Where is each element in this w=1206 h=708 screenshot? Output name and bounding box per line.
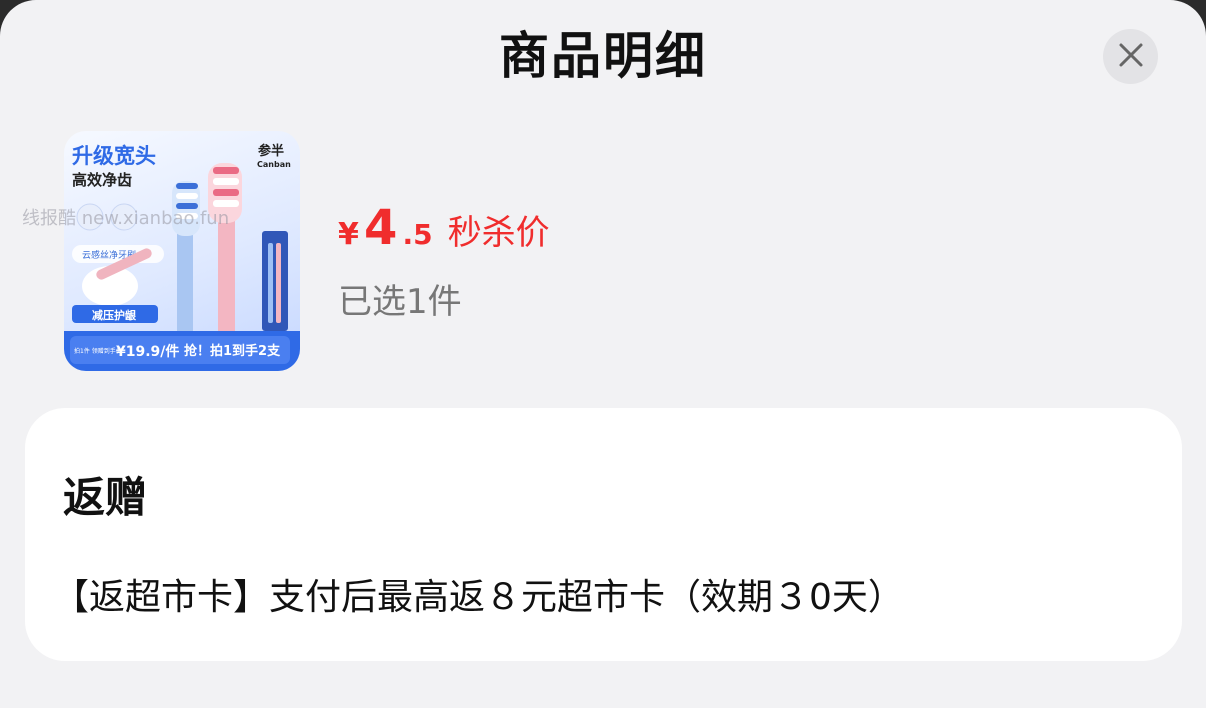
selected-quantity: 已选1件 bbox=[338, 282, 462, 322]
close-button[interactable] bbox=[1103, 29, 1158, 84]
price-label: 秒杀价 bbox=[447, 213, 550, 253]
brand-en: Canban bbox=[257, 160, 291, 169]
image-headline: 升级宽头 bbox=[72, 144, 156, 168]
price-decimal: .5 bbox=[402, 218, 433, 251]
product-image[interactable]: 升级宽头 高效净齿 参半 Canban 云感丝净牙刷 减压护龈 拍1件 领赠到手… bbox=[64, 131, 300, 371]
watermark: 线报酷 new.xianbao.fun bbox=[22, 208, 230, 229]
rebate-description: 【返超市卡】支付后最高返８元超市卡（效期３0天） bbox=[53, 577, 904, 618]
rebate-title: 返赠 bbox=[63, 473, 148, 522]
promo-price: ¥19.9/件 bbox=[116, 343, 179, 360]
product-detail-sheet: 商品明细 升级宽头 高效净齿 参半 Canban 云感丝净牙刷 减压护龈 拍1件… bbox=[0, 0, 1206, 708]
price-integer: 4 bbox=[363, 200, 398, 256]
image-subline: 高效净齿 bbox=[72, 171, 132, 189]
promo-small: 拍1件 领赠到手价 bbox=[74, 347, 122, 355]
price-currency: ¥ bbox=[338, 217, 359, 252]
rebate-card: 返赠 【返超市卡】支付后最高返８元超市卡（效期３0天） bbox=[25, 408, 1182, 661]
close-icon bbox=[1118, 42, 1144, 72]
price-row: ¥ 4 .5 秒杀价 bbox=[338, 200, 550, 256]
image-badge: 减压护龈 bbox=[92, 308, 137, 322]
brand-cn: 参半 bbox=[258, 143, 284, 159]
promo-action: 抢！拍1到手2支 bbox=[184, 343, 281, 359]
sheet-title: 商品明细 bbox=[499, 27, 707, 85]
